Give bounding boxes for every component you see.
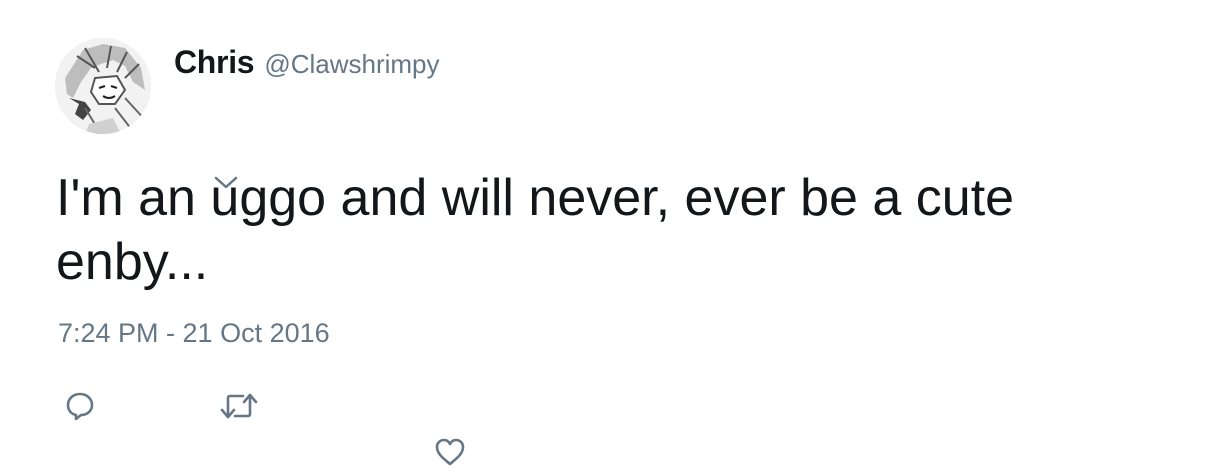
reply-button[interactable]: [60, 386, 100, 426]
tweet-timestamp[interactable]: 7:24 PM - 21 Oct 2016: [58, 318, 330, 349]
reply-icon: [66, 392, 94, 421]
heart-icon: [435, 438, 465, 466]
author-handle[interactable]: @Clawshrimpy: [264, 49, 439, 80]
retweet-icon: [220, 393, 258, 419]
retweet-button[interactable]: [216, 386, 262, 426]
tweet-text: I'm an uggo and will never, ever be a cu…: [56, 169, 1015, 291]
author-display-name[interactable]: Chris: [174, 44, 255, 81]
tweet-card: Chris @Clawshrimpy I'm an uggo and will …: [0, 0, 1221, 475]
like-button[interactable]: [430, 432, 470, 472]
avatar[interactable]: [55, 38, 151, 134]
author-header: Chris @Clawshrimpy: [174, 44, 440, 81]
